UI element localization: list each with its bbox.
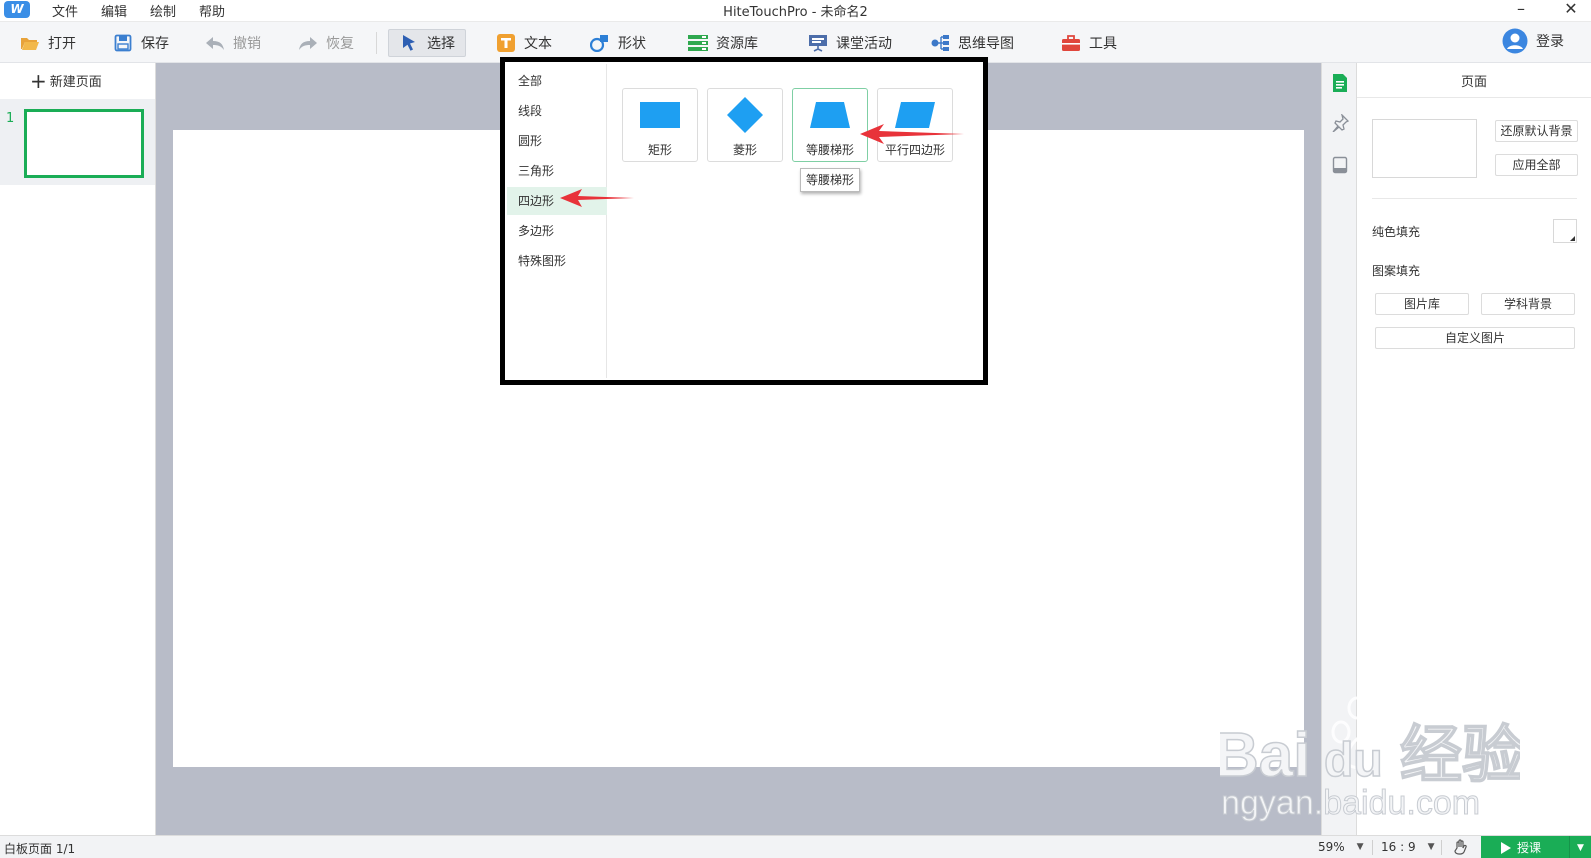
book-icon[interactable] (1330, 155, 1350, 175)
custom-image-button[interactable]: 自定义图片 (1375, 327, 1575, 349)
menu-draw[interactable]: 绘制 (150, 1, 176, 20)
page-info: 白板页面 1/1 (4, 842, 76, 856)
category-triangle[interactable]: 三角形 (507, 157, 607, 185)
annotation-arrow-icon (560, 189, 634, 207)
close-button[interactable]: ✕ (1558, 0, 1584, 20)
user-avatar-icon (1502, 28, 1528, 54)
image-gallery-button[interactable]: 图片库 (1375, 293, 1469, 315)
category-all[interactable]: 全部 (507, 67, 607, 95)
shape-picker-popup: 全部 线段 圆形 三角形 四边形 多边形 特殊图形 矩形 菱形 等腰梯形 平行四… (500, 57, 988, 385)
shape-rectangle[interactable]: 矩形 (622, 88, 698, 162)
text-icon (496, 34, 516, 52)
shape-rhombus[interactable]: 菱形 (707, 88, 783, 162)
shape-category-list: 全部 线段 圆形 三角形 四边形 多边形 特殊图形 (507, 64, 607, 378)
cursor-arrow-icon (399, 34, 419, 52)
panel-title: 页面 (1460, 75, 1487, 90)
tools-button[interactable]: 工具 (1061, 30, 1117, 56)
shapes-icon (590, 34, 610, 52)
mindmap-icon (930, 34, 950, 52)
panel-divider (1357, 97, 1591, 98)
start-lecture-button[interactable]: 授课 ▼ (1481, 836, 1591, 858)
apply-all-button[interactable]: 应用全部 (1495, 154, 1578, 176)
status-bar: 白板页面 1/1 59% ▼ 16 : 9 ▼ 授课 ▼ (0, 835, 1591, 858)
zoom-select[interactable]: 59% ▼ (1318, 840, 1364, 854)
status-divider (1441, 840, 1442, 855)
undo-icon (205, 34, 225, 52)
category-circle[interactable]: 圆形 (507, 127, 607, 155)
chevron-down-icon: ▼ (1356, 842, 1364, 852)
title-bar: W 文件 编辑 绘制 帮助 HiteTouchPro - 未命名2 – ✕ (0, 0, 1591, 20)
open-button[interactable]: 打开 (20, 30, 76, 56)
page-thumbnail-row[interactable]: 1 (0, 99, 155, 185)
page-number: 1 (6, 111, 15, 126)
hand-gesture-icon[interactable] (1453, 839, 1469, 855)
minimize-button[interactable]: – (1508, 0, 1534, 20)
page-list-panel: + 新建页面 1 (0, 63, 156, 835)
shape-button[interactable]: 形状 (590, 30, 646, 56)
new-page-button[interactable]: + 新建页面 (30, 68, 102, 93)
folder-open-icon (20, 34, 40, 52)
page-settings-icon[interactable] (1330, 73, 1350, 93)
undo-button[interactable]: 撤销 (205, 30, 261, 56)
save-button[interactable]: 保存 (113, 30, 169, 56)
rectangle-shape-icon (623, 97, 697, 133)
menu-help[interactable]: 帮助 (199, 1, 225, 20)
shape-tooltip: 等腰梯形 (800, 168, 860, 192)
category-polygon[interactable]: 多边形 (507, 217, 607, 245)
fill-color-picker[interactable] (1553, 219, 1577, 243)
rhombus-shape-icon (708, 97, 782, 133)
shape-picker-body: 全部 线段 圆形 三角形 四边形 多边形 特殊图形 矩形 菱形 等腰梯形 平行四… (507, 64, 981, 378)
trapezoid-shape-icon (793, 97, 867, 133)
annotation-arrow-icon (860, 124, 964, 144)
solid-fill-label: 纯色填充 (1372, 225, 1421, 239)
text-button[interactable]: 文本 (496, 30, 552, 56)
page-thumbnail[interactable] (24, 109, 144, 178)
mindmap-button[interactable]: 思维导图 (930, 30, 1014, 56)
menu-file[interactable]: 文件 (52, 1, 78, 20)
presentation-board-icon (808, 34, 828, 52)
save-icon (113, 34, 133, 52)
menu-bar: 文件 编辑 绘制 帮助 (52, 1, 248, 20)
chevron-down-icon[interactable]: ▼ (1569, 836, 1591, 858)
shape-isosceles-trapezoid[interactable]: 等腰梯形 (792, 88, 868, 162)
plus-icon: + (30, 68, 47, 93)
login-button[interactable]: 登录 (1502, 28, 1564, 54)
category-line[interactable]: 线段 (507, 97, 607, 125)
classroom-activity-button[interactable]: 课堂活动 (808, 30, 892, 56)
chevron-down-icon: ▼ (1427, 842, 1435, 852)
toolbox-icon (1061, 34, 1081, 52)
pin-icon[interactable] (1330, 113, 1350, 133)
page-properties-panel: 页面 还原默认背景 应用全部 纯色填充 图案填充 图片库 学科背景 自定义图片 (1357, 63, 1591, 835)
category-special[interactable]: 特殊图形 (507, 247, 607, 275)
status-divider (1372, 840, 1373, 855)
subject-background-button[interactable]: 学科背景 (1481, 293, 1575, 315)
resources-button[interactable]: 资源库 (688, 30, 758, 56)
app-logo: W (4, 1, 30, 18)
play-icon (1501, 841, 1511, 854)
database-icon (688, 34, 708, 52)
select-button[interactable]: 选择 (388, 29, 466, 57)
toolbar-divider (376, 32, 377, 54)
redo-button[interactable]: 恢复 (298, 30, 354, 56)
redo-icon (298, 34, 318, 52)
pattern-fill-label: 图案填充 (1372, 264, 1421, 278)
background-preview (1372, 119, 1477, 178)
side-icon-strip (1321, 63, 1357, 835)
aspect-ratio-select[interactable]: 16 : 9 ▼ (1381, 840, 1435, 854)
restore-default-background-button[interactable]: 还原默认背景 (1495, 120, 1578, 142)
panel-divider (1372, 198, 1577, 199)
menu-edit[interactable]: 编辑 (101, 1, 127, 20)
